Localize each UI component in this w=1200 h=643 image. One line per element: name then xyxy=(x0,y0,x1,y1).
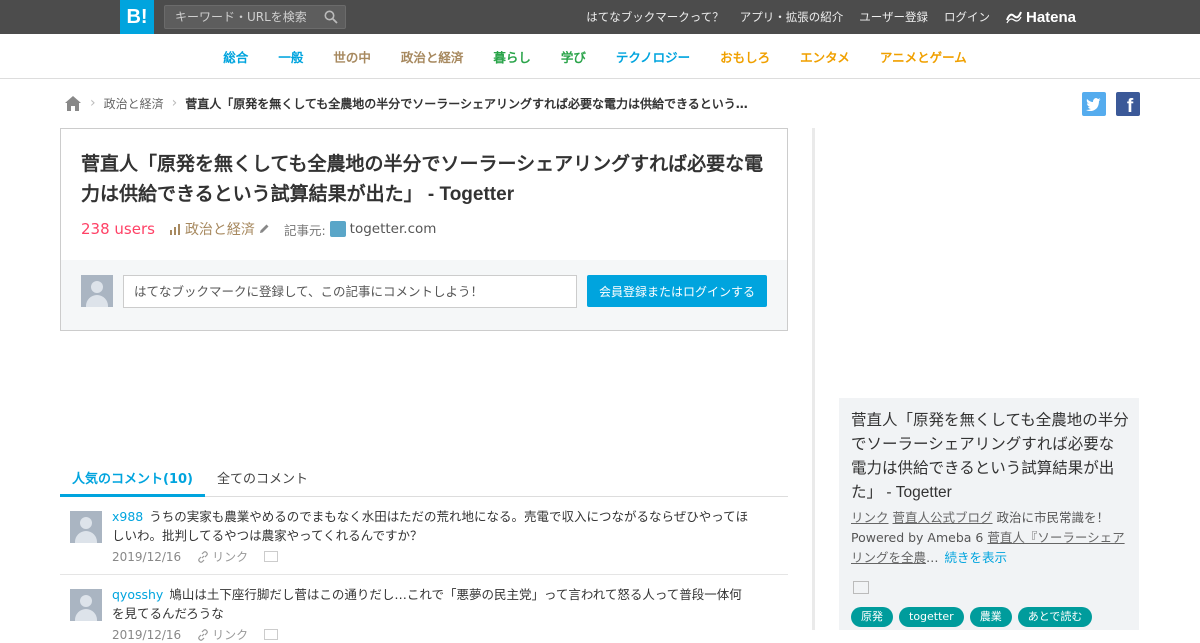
comment-item: x988 うちの実家も農業やめるのでまもなく水田はただの荒れ地になる。売電で収入に… xyxy=(60,497,788,575)
entry-box: 菅直人「原発を無くしても全農地の半分でソーラーシェアリングすれば必要な電力は供給… xyxy=(60,128,788,331)
top-bar: B! はてなブックマークって？ アプリ・拡張の紹介 ユーザー登録 ログイン Ha… xyxy=(0,0,1200,34)
entry-title[interactable]: 菅直人「原発を無くしても全農地の半分でソーラーシェアリングすれば必要な電力は供給… xyxy=(81,149,771,210)
comment-username[interactable]: x988 xyxy=(112,509,143,524)
apps-link[interactable]: アプリ・拡張の紹介 xyxy=(740,9,844,25)
search-icon[interactable] xyxy=(324,10,338,24)
default-avatar-icon xyxy=(81,275,113,307)
tag-item[interactable]: togetter xyxy=(899,607,964,627)
hatena-logo[interactable]: Hatena xyxy=(1006,7,1076,27)
image-icon[interactable] xyxy=(264,551,279,562)
togetter-favicon-icon xyxy=(329,221,346,237)
register-login-button[interactable]: 会員登録またはログインする xyxy=(587,275,767,307)
category-technology[interactable]: テクノロジー xyxy=(601,47,705,66)
source-label: 記事元: xyxy=(283,222,326,238)
twitter-share-button[interactable] xyxy=(1082,92,1106,116)
summary-title[interactable]: 菅直人「原発を無くしても全農地の半分でソーラーシェアリングすれば必要な電力は供給… xyxy=(851,408,1129,505)
image-icon[interactable] xyxy=(264,629,279,640)
comment-link-label: リンク xyxy=(212,550,249,564)
image-icon xyxy=(853,581,869,594)
category-omoshiro[interactable]: おもしろ xyxy=(705,47,785,66)
comment-footer: 2019/12/16 リンク xyxy=(112,548,279,565)
comment-body: qyosshy 鳩山は土下座行脚だし菅はこの通りだし…これで「悪夢の民主党」って言… xyxy=(112,585,752,623)
category-sogo[interactable]: 総合 xyxy=(208,47,263,66)
about-link[interactable]: はてなブックマークって？ xyxy=(586,9,723,25)
comment-permalink[interactable]: リンク xyxy=(197,548,248,565)
category-nav: 総合 一般 世の中 政治と経済 暮らし 学び テクノロジー おもしろ エンタメ … xyxy=(0,34,1200,79)
entry-summary-card: 菅直人「原発を無くしても全農地の半分でソーラーシェアリングすれば必要な電力は供給… xyxy=(839,398,1139,630)
comment-tabs: 人気のコメント(10) 全てのコメント xyxy=(60,462,788,497)
source-domain-link[interactable]: togetter.com xyxy=(350,221,437,237)
summary-link-1[interactable]: リンク xyxy=(851,510,889,525)
column-divider xyxy=(812,128,815,630)
summary-description: リンク 菅直人公式ブログ 政治に市民常識を！ Powered by Ameba … xyxy=(851,508,1131,568)
search-box xyxy=(164,5,346,29)
register-link[interactable]: ユーザー登録 xyxy=(859,9,928,25)
category-ippan[interactable]: 一般 xyxy=(263,47,318,66)
chevron-right-icon: › xyxy=(171,95,178,111)
comment-text: うちの実家も農業やめるのでまもなく水田はただの荒れ地になる。売電で収入につながる… xyxy=(112,509,749,543)
tab-all-comments[interactable]: 全てのコメント xyxy=(205,462,320,497)
summary-site-name: - Togetter xyxy=(882,484,952,501)
chevron-right-icon: › xyxy=(90,95,96,111)
category-seiji-keizai[interactable]: 政治と経済 xyxy=(386,47,479,66)
entry-site-name: - Togetter xyxy=(422,184,515,205)
entry-meta: 238 users 政治と経済 記事元: togetter.com xyxy=(81,219,436,239)
comment-form: 会員登録またはログインする xyxy=(61,260,787,330)
show-more-link[interactable]: 続きを表示 xyxy=(945,550,1008,565)
hatena-logo-text: Hatena xyxy=(1026,8,1077,26)
hatena-bookmark-logo[interactable]: B! xyxy=(120,0,154,34)
search-input[interactable] xyxy=(165,6,315,28)
hatena-symbol-icon xyxy=(1006,11,1022,24)
comment-link-label: リンク xyxy=(212,628,249,642)
tag-list: 原発 togetter 農業 あとで読む xyxy=(851,607,1093,627)
category-yononaka[interactable]: 世の中 xyxy=(318,47,386,66)
entry-category[interactable]: 政治と経済 xyxy=(169,219,270,239)
bookmark-users-count[interactable]: 238 users xyxy=(81,220,155,238)
summary-ellipsis: … xyxy=(926,550,939,565)
category-anime-game[interactable]: アニメとゲーム xyxy=(865,47,982,66)
breadcrumb-current: 菅直人「原発を無くしても全農地の半分でソーラーシェアリングすれば必要な電力は供給… xyxy=(185,96,748,111)
category-kurashi[interactable]: 暮らし xyxy=(478,47,546,66)
user-avatar[interactable] xyxy=(70,589,102,621)
bar-chart-icon xyxy=(169,224,180,235)
user-avatar[interactable] xyxy=(70,511,102,543)
breadcrumb: › 政治と経済 › 菅直人「原発を無くしても全農地の半分でソーラーシェアリングす… xyxy=(64,94,784,112)
comment-footer: 2019/12/16 リンク xyxy=(112,626,279,643)
top-links: はてなブックマークって？ アプリ・拡張の紹介 ユーザー登録 ログイン xyxy=(586,0,990,34)
entry-source: 記事元: togetter.com xyxy=(284,220,436,239)
category-manabi[interactable]: 学び xyxy=(546,47,601,66)
home-icon[interactable] xyxy=(64,95,82,112)
comment-text: 鳩山は土下座行脚だし菅はこの通りだし…これで「悪夢の民主党」って言われて怒る人っ… xyxy=(112,587,742,621)
comment-input[interactable] xyxy=(123,275,577,308)
breadcrumb-category[interactable]: 政治と経済 xyxy=(104,95,164,112)
pencil-icon[interactable] xyxy=(258,223,270,235)
login-link[interactable]: ログイン xyxy=(944,9,990,25)
comment-username[interactable]: qyosshy xyxy=(112,587,163,602)
category-entame[interactable]: エンタメ xyxy=(785,47,865,66)
summary-link-2[interactable]: 菅直人公式ブログ xyxy=(893,510,993,525)
comment-item: qyosshy 鳩山は土下座行脚だし菅はこの通りだし…これで「悪夢の民主党」って言… xyxy=(60,575,788,642)
entry-category-label: 政治と経済 xyxy=(184,222,255,238)
link-icon xyxy=(198,628,209,641)
comment-date[interactable]: 2019/12/16 xyxy=(112,550,181,564)
tag-item[interactable]: あとで読む xyxy=(1017,607,1093,627)
comment-permalink[interactable]: リンク xyxy=(197,626,248,643)
twitter-icon xyxy=(1086,98,1101,111)
comment-body: x988 うちの実家も農業やめるのでまもなく水田はただの荒れ地になる。売電で収入に… xyxy=(112,507,752,545)
tag-item[interactable]: 原発 xyxy=(851,607,893,627)
tag-item[interactable]: 農業 xyxy=(969,607,1012,627)
facebook-share-button[interactable]: f xyxy=(1116,92,1140,117)
facebook-icon: f xyxy=(1126,95,1134,117)
tab-popular-comments[interactable]: 人気のコメント(10) xyxy=(60,462,205,497)
link-icon xyxy=(198,550,209,563)
